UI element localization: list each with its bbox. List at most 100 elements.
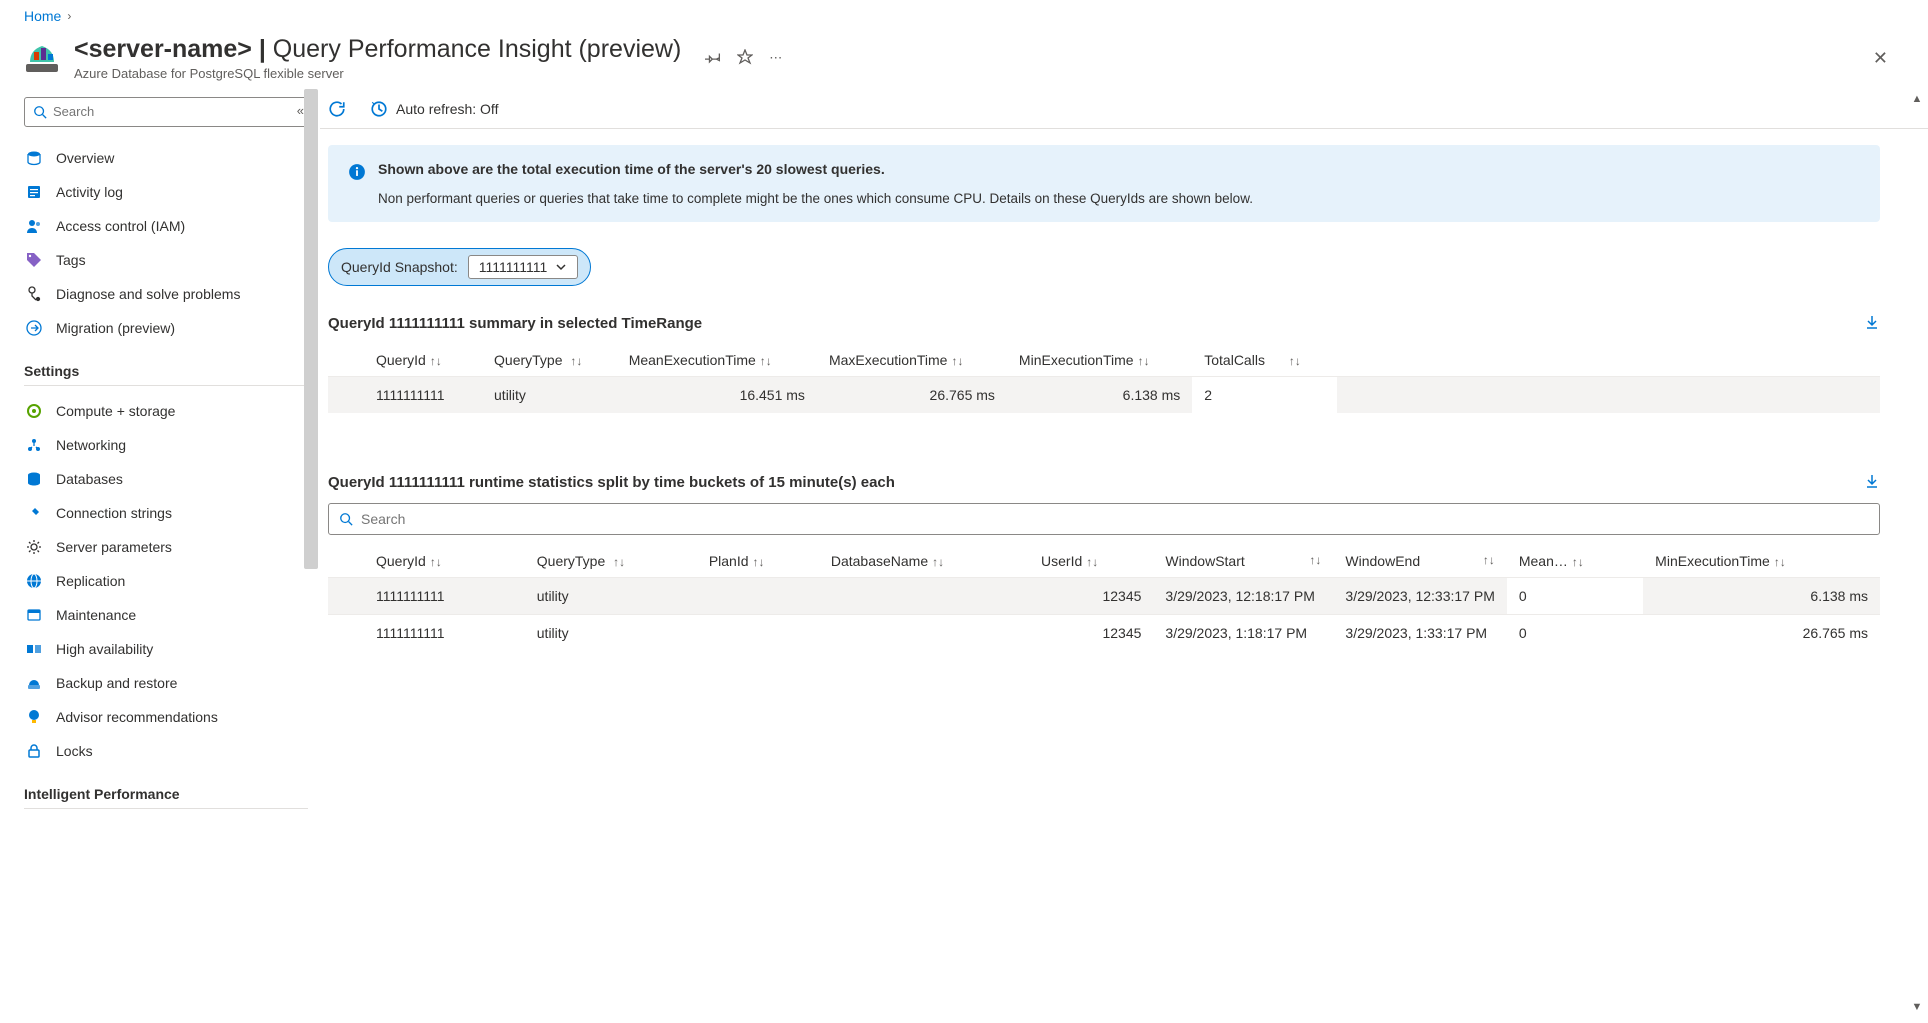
sidebar-item-label: Tags xyxy=(56,252,86,268)
sidebar-item-backup-restore[interactable]: Backup and restore xyxy=(24,666,312,700)
sidebar-item-label: Databases xyxy=(56,471,123,487)
databases-icon xyxy=(24,469,44,489)
summary-table-header: QueryId↑↓ QueryType ↑↓ MeanExecutionTime… xyxy=(328,344,1880,377)
chevron-down-icon xyxy=(555,261,567,273)
sidebar-section-intelligent: Intelligent Performance xyxy=(24,786,312,802)
sidebar-item-label: Diagnose and solve problems xyxy=(56,286,240,302)
scroll-up-icon[interactable]: ▲ xyxy=(1908,90,1926,108)
more-icon[interactable]: ⋯ xyxy=(769,50,782,66)
favorite-icon[interactable] xyxy=(737,49,753,68)
sidebar-item-label: Activity log xyxy=(56,184,123,200)
col-mean[interactable]: Mean…↑↓ xyxy=(1507,545,1643,578)
runtime-table-header: QueryId↑↓ QueryType ↑↓ PlanId↑↓ Database… xyxy=(328,545,1880,578)
col-mean[interactable]: MeanExecutionTime↑↓ xyxy=(617,344,817,377)
sidebar-item-label: Compute + storage xyxy=(56,403,175,419)
sidebar-item-advisor[interactable]: Advisor recommendations xyxy=(24,700,312,734)
runtime-table: QueryId↑↓ QueryType ↑↓ PlanId↑↓ Database… xyxy=(328,545,1880,651)
col-queryid[interactable]: QueryId↑↓ xyxy=(328,344,482,377)
networking-icon xyxy=(24,435,44,455)
auto-refresh-button[interactable]: Auto refresh: Off xyxy=(370,100,498,118)
sidebar-item-label: Overview xyxy=(56,150,114,166)
replication-icon xyxy=(24,571,44,591)
sidebar-item-label: Migration (preview) xyxy=(56,320,175,336)
sidebar-item-tags[interactable]: Tags xyxy=(24,243,312,277)
snapshot-label: QueryId Snapshot: xyxy=(341,259,458,275)
col-winstart[interactable]: WindowStart↑↓ xyxy=(1153,545,1333,578)
sidebar-scrollbar[interactable] xyxy=(302,89,320,1016)
col-min[interactable]: MinExecutionTime↑↓ xyxy=(1007,344,1192,377)
search-icon xyxy=(339,512,353,526)
col-max[interactable]: MaxExecutionTime↑↓ xyxy=(817,344,1007,377)
compute-icon xyxy=(24,401,44,421)
activity-log-icon xyxy=(24,182,44,202)
sidebar-item-server-parameters[interactable]: Server parameters xyxy=(24,530,312,564)
col-min[interactable]: MinExecutionTime↑↓ xyxy=(1643,545,1880,578)
download-summary-icon[interactable] xyxy=(1864,314,1880,334)
cell-userid: 12345 xyxy=(1029,577,1153,614)
access-control-icon xyxy=(24,216,44,236)
table-row[interactable]: 1111111111utility123453/29/2023, 12:18:1… xyxy=(328,577,1880,614)
col-dbname[interactable]: DatabaseName↑↓ xyxy=(819,545,1029,578)
col-queryid[interactable]: QueryId↑↓ xyxy=(328,545,525,578)
table-row[interactable]: 1111111111 utility 16.451 ms 26.765 ms 6… xyxy=(328,376,1880,413)
diagnose-icon xyxy=(24,284,44,304)
main: Auto refresh: Off Shown above are the to… xyxy=(320,89,1928,1016)
sidebar-item-diagnose[interactable]: Diagnose and solve problems xyxy=(24,277,312,311)
sidebar-item-activity-log[interactable]: Activity log xyxy=(24,175,312,209)
table-row[interactable]: 1111111111utility123453/29/2023, 1:18:17… xyxy=(328,614,1880,651)
cell-queryid: 1111111111 xyxy=(328,577,525,614)
sidebar-item-replication[interactable]: Replication xyxy=(24,564,312,598)
sidebar-item-maintenance[interactable]: Maintenance xyxy=(24,598,312,632)
cell-max: 26.765 ms xyxy=(817,376,1007,413)
sidebar-item-access-control[interactable]: Access control (IAM) xyxy=(24,209,312,243)
sidebar-item-label: Backup and restore xyxy=(56,675,177,691)
gear-icon xyxy=(24,537,44,557)
runtime-search-input[interactable] xyxy=(361,511,1869,527)
snapshot-dropdown[interactable]: 1111111111 xyxy=(468,255,579,279)
cell-total: 2 xyxy=(1192,376,1337,413)
col-querytype[interactable]: QueryType ↑↓ xyxy=(482,344,617,377)
col-userid[interactable]: UserId↑↓ xyxy=(1029,545,1153,578)
col-planid[interactable]: PlanId↑↓ xyxy=(697,545,819,578)
scroll-down-icon[interactable]: ▼ xyxy=(1908,998,1926,1016)
info-icon xyxy=(348,163,366,206)
sidebar-item-label: High availability xyxy=(56,641,153,657)
info-banner: Shown above are the total execution time… xyxy=(328,145,1880,222)
sidebar-item-label: Advisor recommendations xyxy=(56,709,218,725)
col-total[interactable]: TotalCalls ↑↓ xyxy=(1192,344,1337,377)
pin-icon[interactable] xyxy=(705,49,721,68)
tags-icon xyxy=(24,250,44,270)
col-querytype[interactable]: QueryType ↑↓ xyxy=(525,545,697,578)
sidebar-search[interactable] xyxy=(24,97,308,127)
sidebar-search-input[interactable] xyxy=(53,104,299,119)
main-scrollbar[interactable]: ▲ ▼ xyxy=(1908,90,1926,1016)
snapshot-selector: QueryId Snapshot: 1111111111 xyxy=(328,248,591,286)
backup-icon xyxy=(24,673,44,693)
sidebar-item-connection-strings[interactable]: Connection strings xyxy=(24,496,312,530)
page-subtitle: Azure Database for PostgreSQL flexible s… xyxy=(74,66,681,81)
cell-winstart: 3/29/2023, 12:18:17 PM xyxy=(1153,577,1333,614)
sidebar-item-overview[interactable]: Overview xyxy=(24,141,312,175)
col-winend[interactable]: WindowEnd↑↓ xyxy=(1333,545,1506,578)
toolbar: Auto refresh: Off xyxy=(320,90,1928,129)
summary-title-row: QueryId 1111111111 summary in selected T… xyxy=(328,314,1880,334)
cell-planid xyxy=(697,577,819,614)
sidebar-item-locks[interactable]: Locks xyxy=(24,734,312,768)
close-button[interactable]: ✕ xyxy=(1873,48,1904,69)
sidebar-item-networking[interactable]: Networking xyxy=(24,428,312,462)
breadcrumb-home[interactable]: Home xyxy=(24,8,61,24)
runtime-title: QueryId 1111111111 runtime statistics sp… xyxy=(328,474,895,491)
maintenance-icon xyxy=(24,605,44,625)
summary-table: QueryId↑↓ QueryType ↑↓ MeanExecutionTime… xyxy=(328,344,1880,413)
sidebar-item-label: Connection strings xyxy=(56,505,172,521)
resource-icon xyxy=(24,40,60,76)
download-runtime-icon[interactable] xyxy=(1864,473,1880,493)
cell-queryid: 1111111111 xyxy=(328,376,482,413)
cell-winstart: 3/29/2023, 1:18:17 PM xyxy=(1153,614,1333,651)
refresh-button[interactable] xyxy=(328,100,346,118)
sidebar-item-high-availability[interactable]: High availability xyxy=(24,632,312,666)
sidebar-item-databases[interactable]: Databases xyxy=(24,462,312,496)
sidebar-item-migration[interactable]: Migration (preview) xyxy=(24,311,312,345)
runtime-search[interactable] xyxy=(328,503,1880,535)
sidebar-item-compute-storage[interactable]: Compute + storage xyxy=(24,394,312,428)
